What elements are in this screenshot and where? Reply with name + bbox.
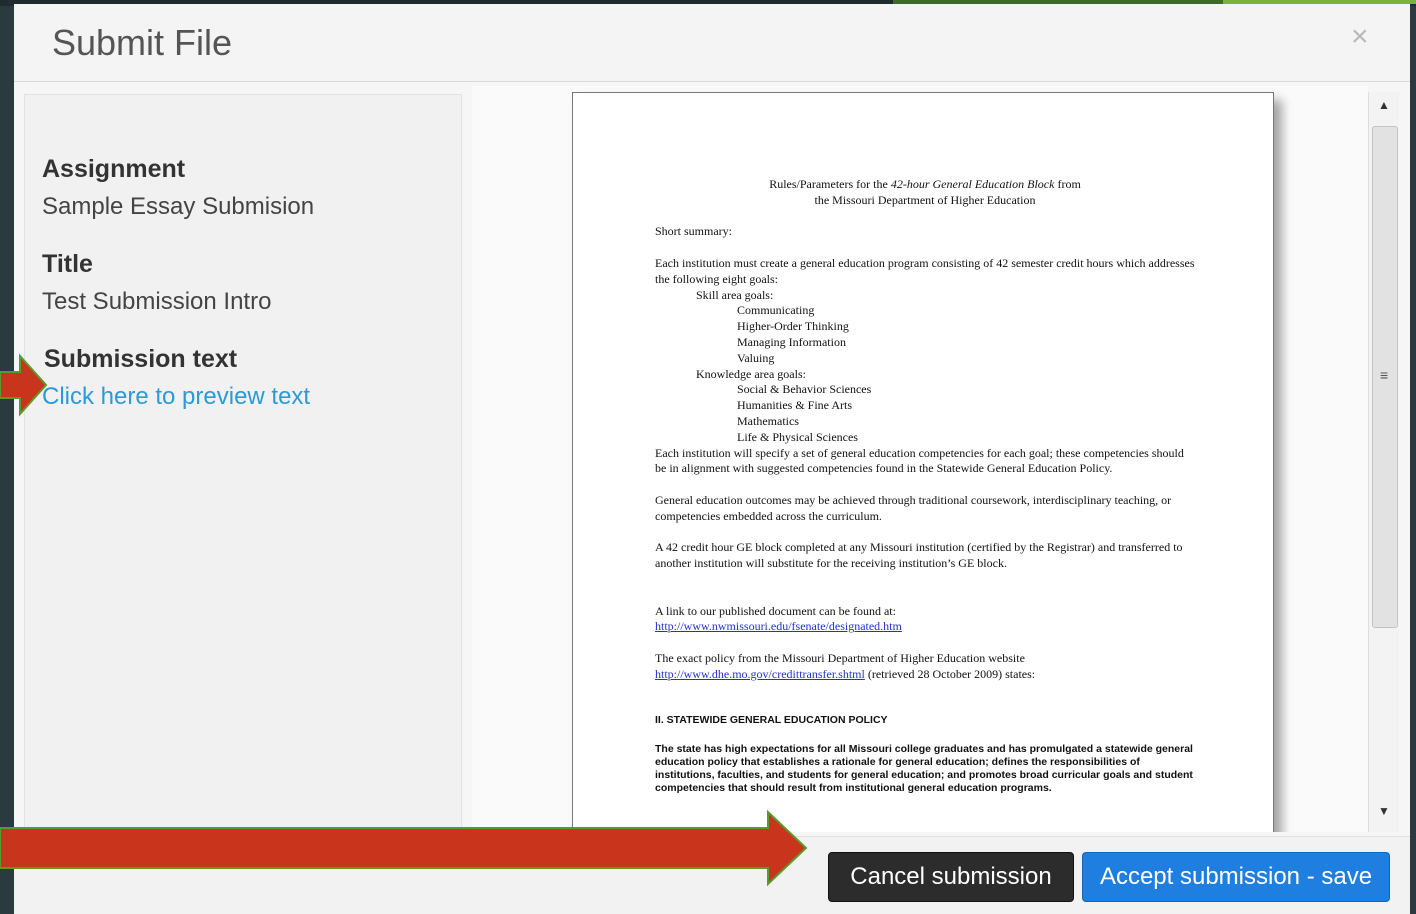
doc-section-paragraph: The state has high expectations for all … — [655, 743, 1193, 795]
document-content: Rules/Parameters for the 42-hour General… — [655, 177, 1195, 795]
doc-list-item: Social & Behavior Sciences — [737, 382, 872, 397]
title-label: Title — [42, 250, 93, 278]
doc-short-summary: Short summary: — [655, 224, 732, 239]
cancel-submission-button[interactable]: Cancel submission — [828, 852, 1074, 902]
document-preview[interactable]: Rules/Parameters for the 42-hour General… — [472, 86, 1368, 832]
close-icon[interactable]: × — [1351, 22, 1369, 52]
dialog-title: Submit File — [52, 22, 233, 63]
submission-details-panel: Assignment Sample Essay Submision Title … — [24, 94, 462, 836]
doc-list-item: Humanities & Fine Arts — [737, 398, 852, 413]
doc-skill-goals: Skill area goals: — [696, 287, 774, 302]
arrow-icon — [0, 810, 808, 886]
submit-file-dialog: Submit File × Assignment Sample Essay Su… — [14, 4, 1410, 914]
doc-list-item: Managing Information — [737, 334, 846, 349]
scrollbar-thumb[interactable]: ≡ — [1372, 126, 1398, 628]
preview-scrollbar[interactable]: ▲ ≡ ▼ — [1368, 92, 1399, 832]
doc-list-item: Life & Physical Sciences — [737, 429, 858, 444]
doc-list-item: Mathematics — [737, 413, 799, 428]
doc-knowledge-goals: Knowledge area goals: — [696, 366, 806, 381]
doc-heading: Rules/Parameters for the 42-hour General… — [769, 177, 1081, 191]
assignment-value: Sample Essay Submision — [42, 193, 315, 220]
doc-policy-link-line: http://www.dhe.mo.gov/credittransfer.sht… — [655, 666, 1036, 681]
doc-link-published[interactable]: http://www.nwmissouri.edu/fsenate/design… — [655, 619, 1195, 635]
scroll-up-icon[interactable]: ▲ — [1378, 98, 1390, 112]
grip-icon: ≡ — [1380, 367, 1389, 383]
doc-paragraph: A 42 credit hour GE block completed at a… — [655, 540, 1183, 571]
doc-policy-intro: The exact policy from the Missouri Depar… — [655, 650, 1025, 665]
doc-section-heading: II. STATEWIDE GENERAL EDUCATION POLICY — [655, 714, 888, 727]
doc-heading-line2: the Missouri Department of Higher Educat… — [814, 192, 1036, 207]
dialog-header: Submit File × — [14, 4, 1410, 82]
assignment-label: Assignment — [42, 155, 186, 183]
doc-list-item: Higher-Order Thinking — [737, 319, 849, 334]
accept-submission-button[interactable]: Accept submission - save — [1082, 852, 1390, 902]
title-value: Test Submission Intro — [42, 288, 272, 315]
doc-paragraph: General education outcomes may be achiev… — [655, 492, 1172, 523]
preview-text-link[interactable]: Click here to preview text — [42, 383, 310, 411]
document-page: Rules/Parameters for the 42-hour General… — [572, 92, 1274, 832]
doc-list-item: Communicating — [737, 303, 815, 318]
doc-paragraph: Each institution will specify a set of g… — [655, 445, 1184, 476]
arrow-icon — [0, 353, 48, 417]
doc-list-item: Valuing — [737, 350, 775, 365]
doc-link-intro: A link to our published document can be … — [655, 603, 896, 618]
scroll-down-icon[interactable]: ▼ — [1378, 804, 1390, 818]
doc-paragraph: Each institution must create a general e… — [655, 255, 1195, 286]
doc-link-policy[interactable]: http://www.dhe.mo.gov/credittransfer.sht… — [655, 667, 865, 681]
submission-text-label: Submission text — [44, 345, 238, 373]
